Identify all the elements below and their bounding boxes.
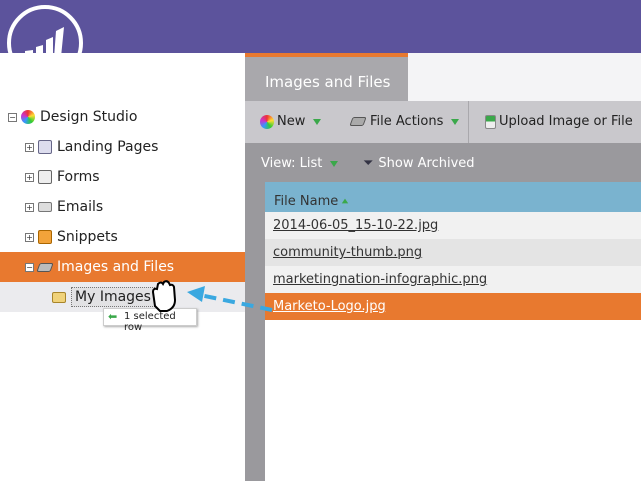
table-row-selected[interactable]: Marketo-Logo.jpg (265, 293, 641, 320)
tree-label: Images and Files (57, 259, 175, 275)
hand-cursor-icon (151, 280, 177, 312)
tree-label: Emails (57, 199, 104, 215)
collapse-icon[interactable]: − (8, 112, 17, 122)
upload-label: Upload Image or File (499, 114, 633, 129)
upload-icon (485, 114, 496, 129)
tree-label: My Images (71, 287, 155, 307)
top-header (0, 0, 641, 53)
collapse-icon[interactable]: − (25, 262, 34, 272)
show-archived-label: Show Archived (378, 156, 475, 171)
tree-label: Forms (57, 169, 100, 185)
form-icon (38, 170, 52, 184)
show-archived-button[interactable]: ⏷ Show Archived (363, 156, 475, 171)
view-bar: View: List ⏷ Show Archived (245, 143, 641, 182)
tab-bar: Images and Files (245, 53, 641, 101)
upload-button[interactable]: Upload Image or File (485, 114, 633, 129)
design-studio-icon (21, 110, 35, 124)
table-row[interactable]: 2014-06-05_15-10-22.jpg (265, 212, 641, 239)
folder-icon (52, 291, 66, 303)
new-label: New (277, 114, 306, 129)
expand-icon[interactable]: + (25, 232, 34, 242)
table-row[interactable]: marketingnation-infographic.png (265, 266, 641, 293)
expand-icon[interactable]: + (25, 142, 34, 152)
file-actions-button[interactable]: File Actions (349, 114, 460, 129)
file-actions-icon (349, 117, 367, 126)
main-panel: Images and Files New File Actions Upload… (245, 53, 641, 481)
dropdown-icon (313, 118, 322, 125)
tab-images-and-files[interactable]: Images and Files (245, 53, 408, 101)
images-files-icon (36, 262, 54, 272)
snippet-icon (38, 230, 52, 244)
tree-item-forms[interactable]: + Forms (0, 162, 245, 192)
drag-arrow (151, 280, 273, 312)
file-actions-label: File Actions (370, 114, 444, 129)
dropdown-icon (330, 160, 339, 167)
email-icon (38, 202, 52, 212)
dropdown-icon (451, 118, 460, 125)
expand-icon[interactable]: + (25, 172, 34, 182)
tree-panel: − Design Studio + Landing Pages + Forms … (0, 53, 245, 481)
sort-asc-icon (342, 198, 349, 204)
filter-icon: ⏷ (363, 156, 374, 171)
new-icon (260, 114, 274, 129)
view-list-dropdown[interactable]: View: List (261, 156, 339, 171)
file-grid: File Name 2014-06-05_15-10-22.jpg commun… (265, 182, 641, 481)
header-label: File Name (274, 193, 339, 209)
tree-item-landing-pages[interactable]: + Landing Pages (0, 132, 245, 162)
tree-item-emails[interactable]: + Emails (0, 192, 245, 222)
tree-label: Design Studio (40, 109, 138, 125)
new-button[interactable]: New (260, 114, 322, 129)
view-label: View: List (261, 156, 323, 171)
arrow-left-icon: ⬅ (108, 310, 118, 323)
column-header-file-name[interactable]: File Name (265, 182, 641, 212)
table-row[interactable]: community-thumb.png (265, 239, 641, 266)
tree-label: Snippets (57, 229, 118, 245)
toolbar: New File Actions Upload Image or File (245, 101, 641, 143)
landing-page-icon (38, 140, 52, 154)
toolbar-divider (468, 101, 469, 143)
tree-label: Landing Pages (57, 139, 159, 155)
tree-item-snippets[interactable]: + Snippets (0, 222, 245, 252)
expand-icon[interactable]: + (25, 202, 34, 212)
tree-root-design-studio[interactable]: − Design Studio (0, 102, 245, 132)
